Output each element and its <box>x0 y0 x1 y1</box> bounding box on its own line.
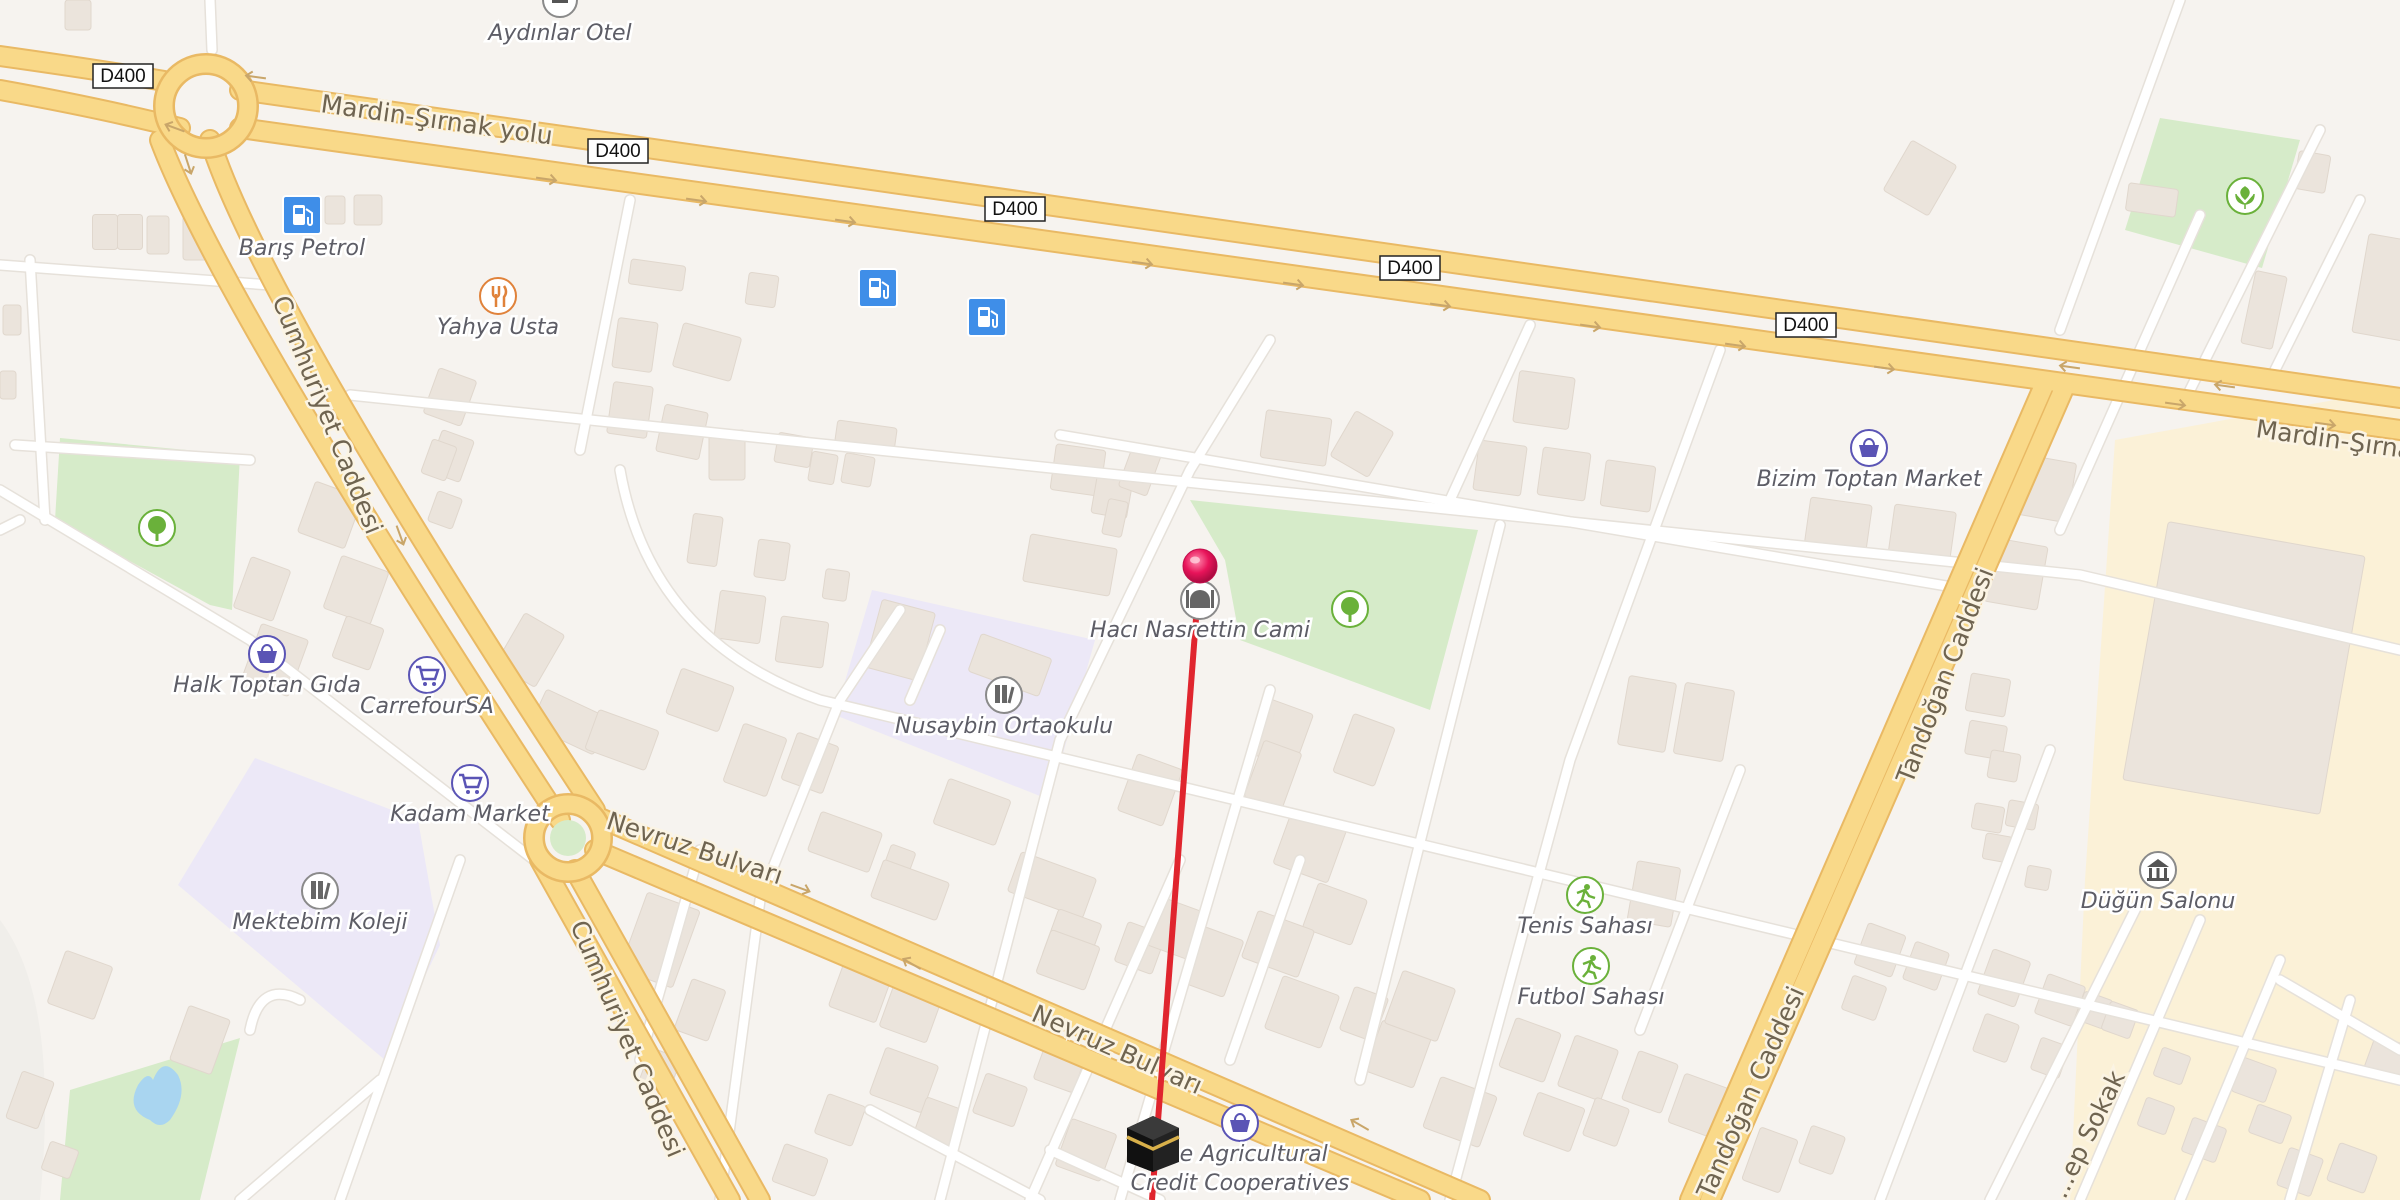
shopping-cart-icon <box>451 764 489 802</box>
kaaba-icon[interactable] <box>1126 1116 1180 1172</box>
building <box>713 589 767 645</box>
mosque-icon <box>1180 580 1220 620</box>
school-icon <box>301 872 339 910</box>
building <box>64 0 92 31</box>
sports-icon <box>1572 947 1610 985</box>
shopping-cart-icon <box>408 656 446 694</box>
shopping-bag-icon <box>1221 1104 1259 1142</box>
building <box>2024 865 2052 891</box>
poi-label: Tenis Sahası <box>1517 914 1652 939</box>
poi-label: Nusaybin Ortaokulu <box>895 714 1113 739</box>
sports-icon <box>1566 876 1604 914</box>
building <box>1970 802 2006 834</box>
svg-text:D400: D400 <box>100 66 145 87</box>
building <box>146 215 170 255</box>
restaurant-icon <box>479 277 517 315</box>
building <box>92 214 118 250</box>
building <box>1986 749 2022 783</box>
poi-park-west[interactable] <box>138 509 176 547</box>
building <box>353 194 383 226</box>
poi-fuel-station[interactable] <box>967 297 1007 337</box>
poi-garden-northeast[interactable] <box>2226 177 2264 215</box>
building <box>1599 459 1657 513</box>
road-shield: D400 <box>92 63 154 89</box>
poi-label: Futbol Sahası <box>1517 985 1664 1010</box>
road-shield: D400 <box>587 138 649 164</box>
building <box>840 452 876 488</box>
map-canvas[interactable]: Mardin-Şırnak yolu Mardin-Şırna Cumhuriy… <box>0 0 2400 1200</box>
poi-label: Hacı Nasrettin Cami <box>1090 618 1310 643</box>
building <box>1259 409 1333 467</box>
shopping-bag-icon <box>1850 429 1888 467</box>
map-pin-icon[interactable] <box>1182 548 1218 584</box>
building <box>324 195 346 225</box>
poi-label: Kadam Market <box>390 802 551 827</box>
venue-icon <box>2139 851 2177 889</box>
poi-label: CarrefourSA <box>360 694 494 719</box>
fuel-station-icon <box>967 297 1007 337</box>
road-shield: D400 <box>1379 255 1441 281</box>
building <box>1472 439 1528 497</box>
building <box>744 271 780 309</box>
building <box>1536 446 1592 502</box>
poi-label: Yahya Usta <box>437 315 559 340</box>
map-view[interactable]: Mardin-Şırnak yolu Mardin-Şırna Cumhuriy… <box>0 0 2400 1200</box>
building <box>611 317 659 373</box>
poi-label-line2: Credit Cooperatives <box>1131 1171 1350 1196</box>
svg-text:D400: D400 <box>1387 258 1432 279</box>
poi-label: Mektebim Koleji <box>233 910 408 935</box>
fuel-station-icon <box>282 195 322 235</box>
building <box>117 214 143 250</box>
school-icon <box>985 676 1023 714</box>
poi-label: Bizim Toptan Market <box>1757 467 1983 492</box>
svg-text:D400: D400 <box>1783 315 1828 336</box>
building <box>753 538 791 582</box>
poi-park-mosque[interactable] <box>1331 590 1369 628</box>
building <box>821 568 851 602</box>
shopping-bag-icon <box>248 635 286 673</box>
road-shield: D400 <box>1775 312 1837 338</box>
building <box>1964 672 2012 718</box>
building <box>0 370 17 400</box>
garden-icon <box>2226 177 2264 215</box>
building <box>686 513 724 567</box>
building <box>774 615 830 669</box>
building <box>1512 370 1576 430</box>
poi-label: Halk Toptan Gıda <box>173 673 361 698</box>
poi-label: Düğün Salonu <box>2081 889 2236 914</box>
svg-text:D400: D400 <box>992 199 1037 220</box>
building <box>807 450 839 486</box>
svg-text:D400: D400 <box>595 141 640 162</box>
road-shield: D400 <box>984 196 1046 222</box>
tree-icon <box>1331 590 1369 628</box>
poi-label: Barış Petrol <box>239 236 365 261</box>
fuel-station-icon <box>858 268 898 308</box>
roundabout-south-green <box>550 820 586 856</box>
building <box>2 304 22 336</box>
poi-label: Aydınlar Otel <box>486 21 631 46</box>
poi-fuel-station[interactable] <box>858 268 898 308</box>
tree-icon <box>138 509 176 547</box>
